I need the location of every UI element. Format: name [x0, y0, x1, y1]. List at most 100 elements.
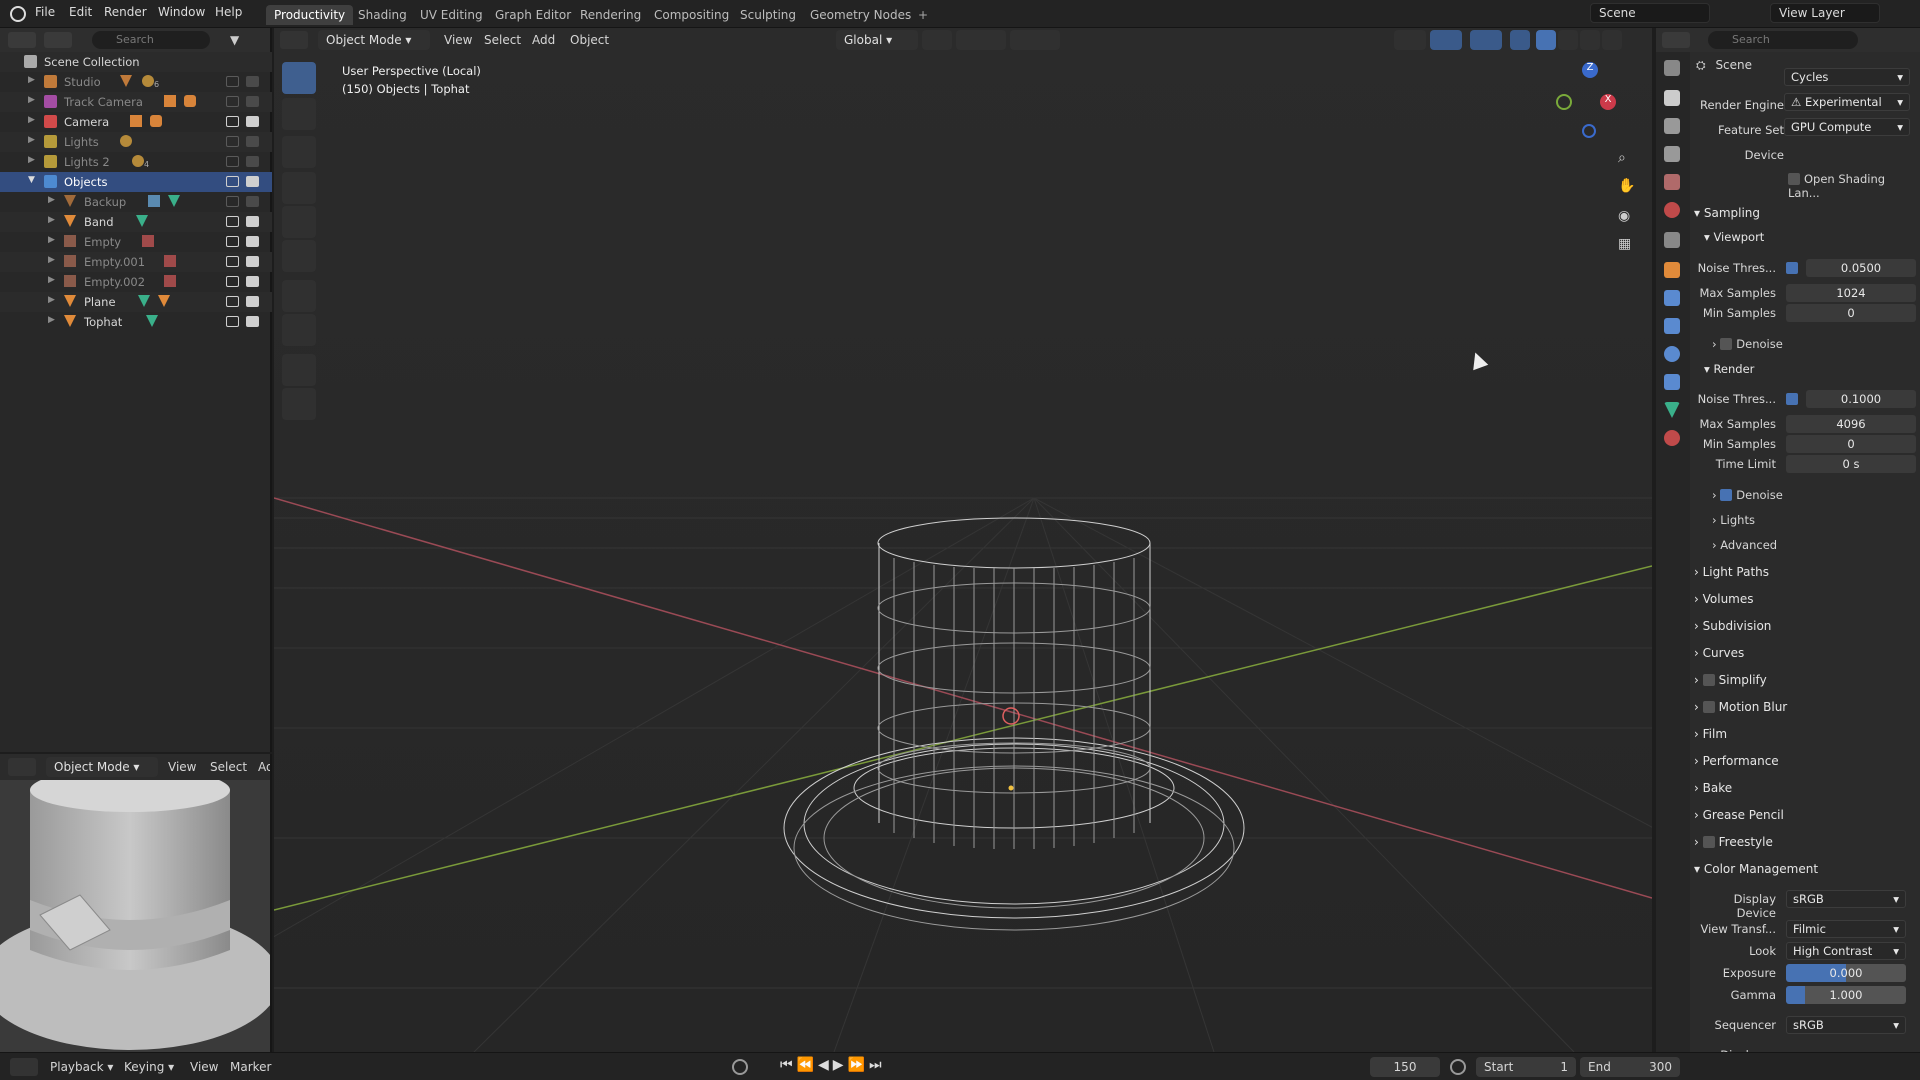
end-frame-field[interactable]: End 300: [1580, 1057, 1680, 1077]
rotate-tool[interactable]: [282, 172, 316, 204]
tab-geometry-nodes[interactable]: Geometry Nodes: [802, 5, 919, 25]
expand-arrow-icon[interactable]: ▶: [28, 115, 35, 125]
visibility-icon[interactable]: [226, 96, 239, 107]
current-frame-field[interactable]: 150: [1370, 1057, 1440, 1077]
object-row[interactable]: ▶ Tophat: [0, 312, 272, 332]
viewport-noise-checkbox[interactable]: [1786, 262, 1798, 274]
view-transform-dropdown[interactable]: Filmic ▾: [1786, 920, 1906, 938]
motion-blur-section[interactable]: › Motion Blur: [1694, 700, 1787, 714]
object-menu[interactable]: Object: [570, 33, 609, 47]
timeline-view-menu[interactable]: View: [190, 1060, 218, 1074]
editor-type-icon[interactable]: [10, 1058, 38, 1076]
object-row[interactable]: ▶ Band: [0, 212, 272, 232]
tab-shading[interactable]: Shading: [350, 5, 415, 25]
add-menu[interactable]: Add: [532, 33, 555, 47]
collection-row[interactable]: ▶ Lights: [0, 132, 272, 152]
marker-menu[interactable]: Marker: [230, 1060, 271, 1074]
render-icon[interactable]: [246, 116, 259, 127]
constraints-tab-icon[interactable]: [1664, 374, 1680, 390]
transform-orientation-dropdown[interactable]: Global ▾: [836, 30, 918, 50]
visibility-icon[interactable]: [226, 276, 239, 287]
simplify-section[interactable]: › Simplify: [1694, 673, 1767, 687]
visibility-filter-icon[interactable]: [1394, 30, 1426, 50]
menu-window[interactable]: Window: [158, 5, 205, 19]
display-mode-icon[interactable]: [44, 32, 72, 48]
blender-logo-icon[interactable]: [10, 6, 26, 22]
render-tab-icon[interactable]: [1664, 90, 1680, 106]
visibility-icon[interactable]: [226, 296, 239, 307]
sampling-section[interactable]: ▾ Sampling: [1694, 206, 1760, 220]
tab-sculpting[interactable]: Sculpting: [732, 5, 804, 25]
z-axis-icon[interactable]: Z: [1582, 62, 1598, 78]
scale-tool[interactable]: [282, 206, 316, 238]
device-dropdown[interactable]: GPU Compute ▾: [1784, 118, 1910, 136]
editor-type-icon[interactable]: [8, 758, 36, 776]
playback-controls[interactable]: ⏮⏪◀▶⏩⏭: [780, 1057, 886, 1073]
volumes-section[interactable]: › Volumes: [1694, 592, 1754, 606]
look-dropdown[interactable]: High Contrast ▾: [1786, 942, 1906, 960]
object-mode-dropdown[interactable]: Object Mode ▾: [318, 30, 430, 50]
solid-shading-icon[interactable]: [1558, 30, 1578, 50]
feature-set-dropdown[interactable]: ⚠ Experimental ▾: [1784, 93, 1910, 111]
gizmo-toggle-icon[interactable]: [1430, 30, 1462, 50]
tool-tab-icon[interactable]: [1664, 60, 1680, 76]
start-frame-field[interactable]: Start 1: [1476, 1057, 1576, 1077]
subdivision-section[interactable]: › Subdivision: [1694, 619, 1771, 633]
expand-arrow-icon[interactable]: ▶: [48, 215, 55, 225]
proportional-edit-icon[interactable]: [1010, 30, 1060, 50]
render-icon[interactable]: [246, 96, 259, 107]
perspective-toggle-icon[interactable]: ▦: [1618, 236, 1631, 252]
render-noise-field[interactable]: 0.1000: [1806, 390, 1916, 408]
exposure-slider[interactable]: 0.000: [1786, 964, 1906, 982]
tab-rendering[interactable]: Rendering: [572, 5, 649, 25]
scene-selector[interactable]: Scene: [1590, 3, 1710, 23]
rendered-shading-icon[interactable]: [1602, 30, 1622, 50]
output-tab-icon[interactable]: [1664, 118, 1680, 134]
pivot-icon[interactable]: [922, 30, 952, 50]
expand-arrow-icon[interactable]: ▶: [48, 255, 55, 265]
open-shading-checkbox[interactable]: Open Shading Lan...: [1788, 172, 1920, 200]
particles-tab-icon[interactable]: [1664, 318, 1680, 334]
view-layer-tab-icon[interactable]: [1664, 146, 1680, 162]
object-tab-icon[interactable]: [1664, 262, 1680, 278]
outliner-search-input[interactable]: Search: [92, 31, 210, 49]
render-icon[interactable]: [246, 316, 259, 327]
visibility-icon[interactable]: [226, 176, 239, 187]
render-min-samples-field[interactable]: 0: [1786, 435, 1916, 453]
menu-file[interactable]: File: [35, 5, 55, 19]
visibility-icon[interactable]: [226, 216, 239, 227]
material-tab-icon[interactable]: [1664, 430, 1680, 446]
performance-section[interactable]: › Performance: [1694, 754, 1779, 768]
viewport-subsection[interactable]: ▾ Viewport: [1704, 230, 1764, 244]
expand-arrow-icon[interactable]: ▶: [48, 195, 55, 205]
move-tool[interactable]: [282, 136, 316, 168]
time-limit-field[interactable]: 0 s: [1786, 455, 1916, 473]
visibility-icon[interactable]: [226, 196, 239, 207]
color-management-section[interactable]: ▾ Color Management: [1694, 862, 1818, 876]
expand-arrow-icon[interactable]: ▶: [28, 75, 35, 85]
menu-edit[interactable]: Edit: [69, 5, 92, 19]
expand-arrow-icon[interactable]: ▶: [48, 235, 55, 245]
sequencer-dropdown[interactable]: sRGB ▾: [1786, 1016, 1906, 1034]
filter-icon[interactable]: ▼: [230, 33, 239, 47]
y-axis-icon[interactable]: [1556, 94, 1572, 110]
preview-mode-dropdown[interactable]: Object Mode ▾: [46, 757, 158, 777]
viewport-min-samples-field[interactable]: 0: [1786, 304, 1916, 322]
grease-pencil-section[interactable]: › Grease Pencil: [1694, 808, 1784, 822]
light-paths-section[interactable]: › Light Paths: [1694, 565, 1769, 579]
add-workspace-icon[interactable]: +: [910, 5, 936, 25]
camera-view-icon[interactable]: ◉: [1618, 208, 1630, 224]
physics-tab-icon[interactable]: [1664, 346, 1680, 362]
render-icon[interactable]: [246, 256, 259, 267]
expand-arrow-icon[interactable]: ▶: [48, 295, 55, 305]
keying-menu[interactable]: Keying ▾: [124, 1060, 174, 1074]
scene-collection-row[interactable]: Scene Collection: [0, 52, 272, 72]
annotate-tool[interactable]: [282, 280, 316, 312]
object-row[interactable]: ▶ Empty.002: [0, 272, 272, 292]
collection-row[interactable]: ▶ Track Camera: [0, 92, 272, 112]
object-row[interactable]: ▶ Plane: [0, 292, 272, 312]
tab-graph-editor[interactable]: Graph Editor: [487, 5, 579, 25]
preview-add-menu[interactable]: Ad: [258, 760, 270, 774]
lights-subsection[interactable]: › Lights: [1712, 513, 1755, 527]
expand-arrow-icon[interactable]: ▶: [48, 275, 55, 285]
